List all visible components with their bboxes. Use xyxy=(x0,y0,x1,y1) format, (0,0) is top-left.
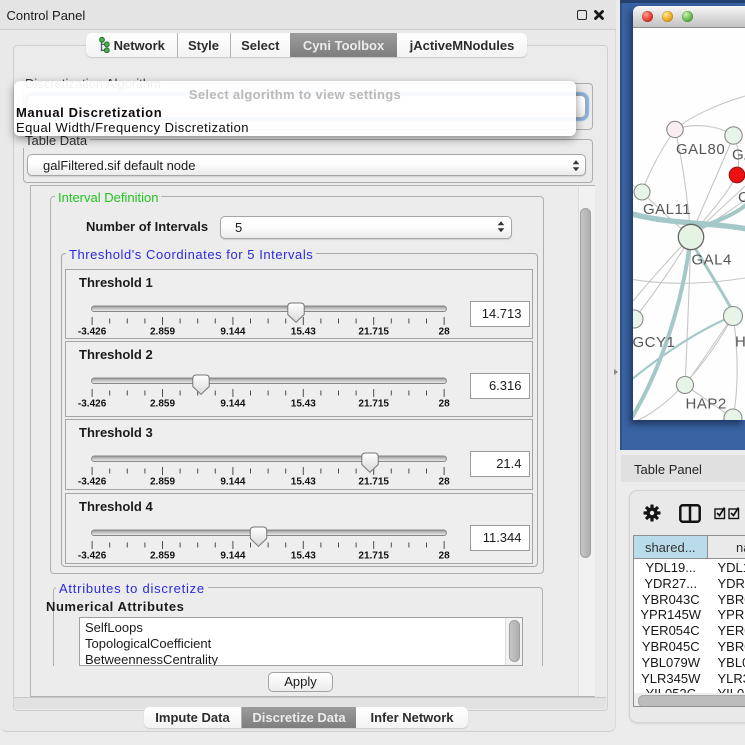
svg-text:-3.426: -3.426 xyxy=(78,550,107,561)
svg-text:C: C xyxy=(738,189,745,206)
svg-text:21.715: 21.715 xyxy=(358,399,389,410)
svg-text:-3.426: -3.426 xyxy=(78,327,107,338)
svg-text:21.715: 21.715 xyxy=(358,550,389,561)
svg-text:-3.426: -3.426 xyxy=(78,476,107,487)
svg-text:GCY1: GCY1 xyxy=(633,334,675,351)
svg-text:28: 28 xyxy=(439,550,451,561)
svg-text:9.144: 9.144 xyxy=(220,476,245,487)
svg-text:15.43: 15.43 xyxy=(291,327,316,338)
svg-text:GAL4: GAL4 xyxy=(692,251,732,268)
svg-text:9.144: 9.144 xyxy=(220,550,245,561)
svg-text:15.43: 15.43 xyxy=(291,550,316,561)
svg-text:28: 28 xyxy=(439,327,451,338)
svg-text:28: 28 xyxy=(439,399,451,410)
svg-text:2.859: 2.859 xyxy=(150,327,175,338)
svg-text:HAP2: HAP2 xyxy=(686,395,727,412)
svg-text:15.43: 15.43 xyxy=(291,476,316,487)
svg-text:2.859: 2.859 xyxy=(150,399,175,410)
svg-text:H: H xyxy=(735,333,745,350)
svg-text:GAL80: GAL80 xyxy=(676,141,725,158)
svg-text:9.144: 9.144 xyxy=(220,399,245,410)
svg-text:2.859: 2.859 xyxy=(150,476,175,487)
svg-text:-3.426: -3.426 xyxy=(78,399,107,410)
svg-text:9.144: 9.144 xyxy=(220,327,245,338)
svg-text:2.859: 2.859 xyxy=(150,550,175,561)
svg-text:15.43: 15.43 xyxy=(291,399,316,410)
svg-text:21.715: 21.715 xyxy=(358,476,389,487)
svg-text:28: 28 xyxy=(439,476,451,487)
svg-text:GAL11: GAL11 xyxy=(643,201,691,218)
svg-text:21.715: 21.715 xyxy=(358,327,389,338)
svg-text:GA: GA xyxy=(732,146,745,163)
